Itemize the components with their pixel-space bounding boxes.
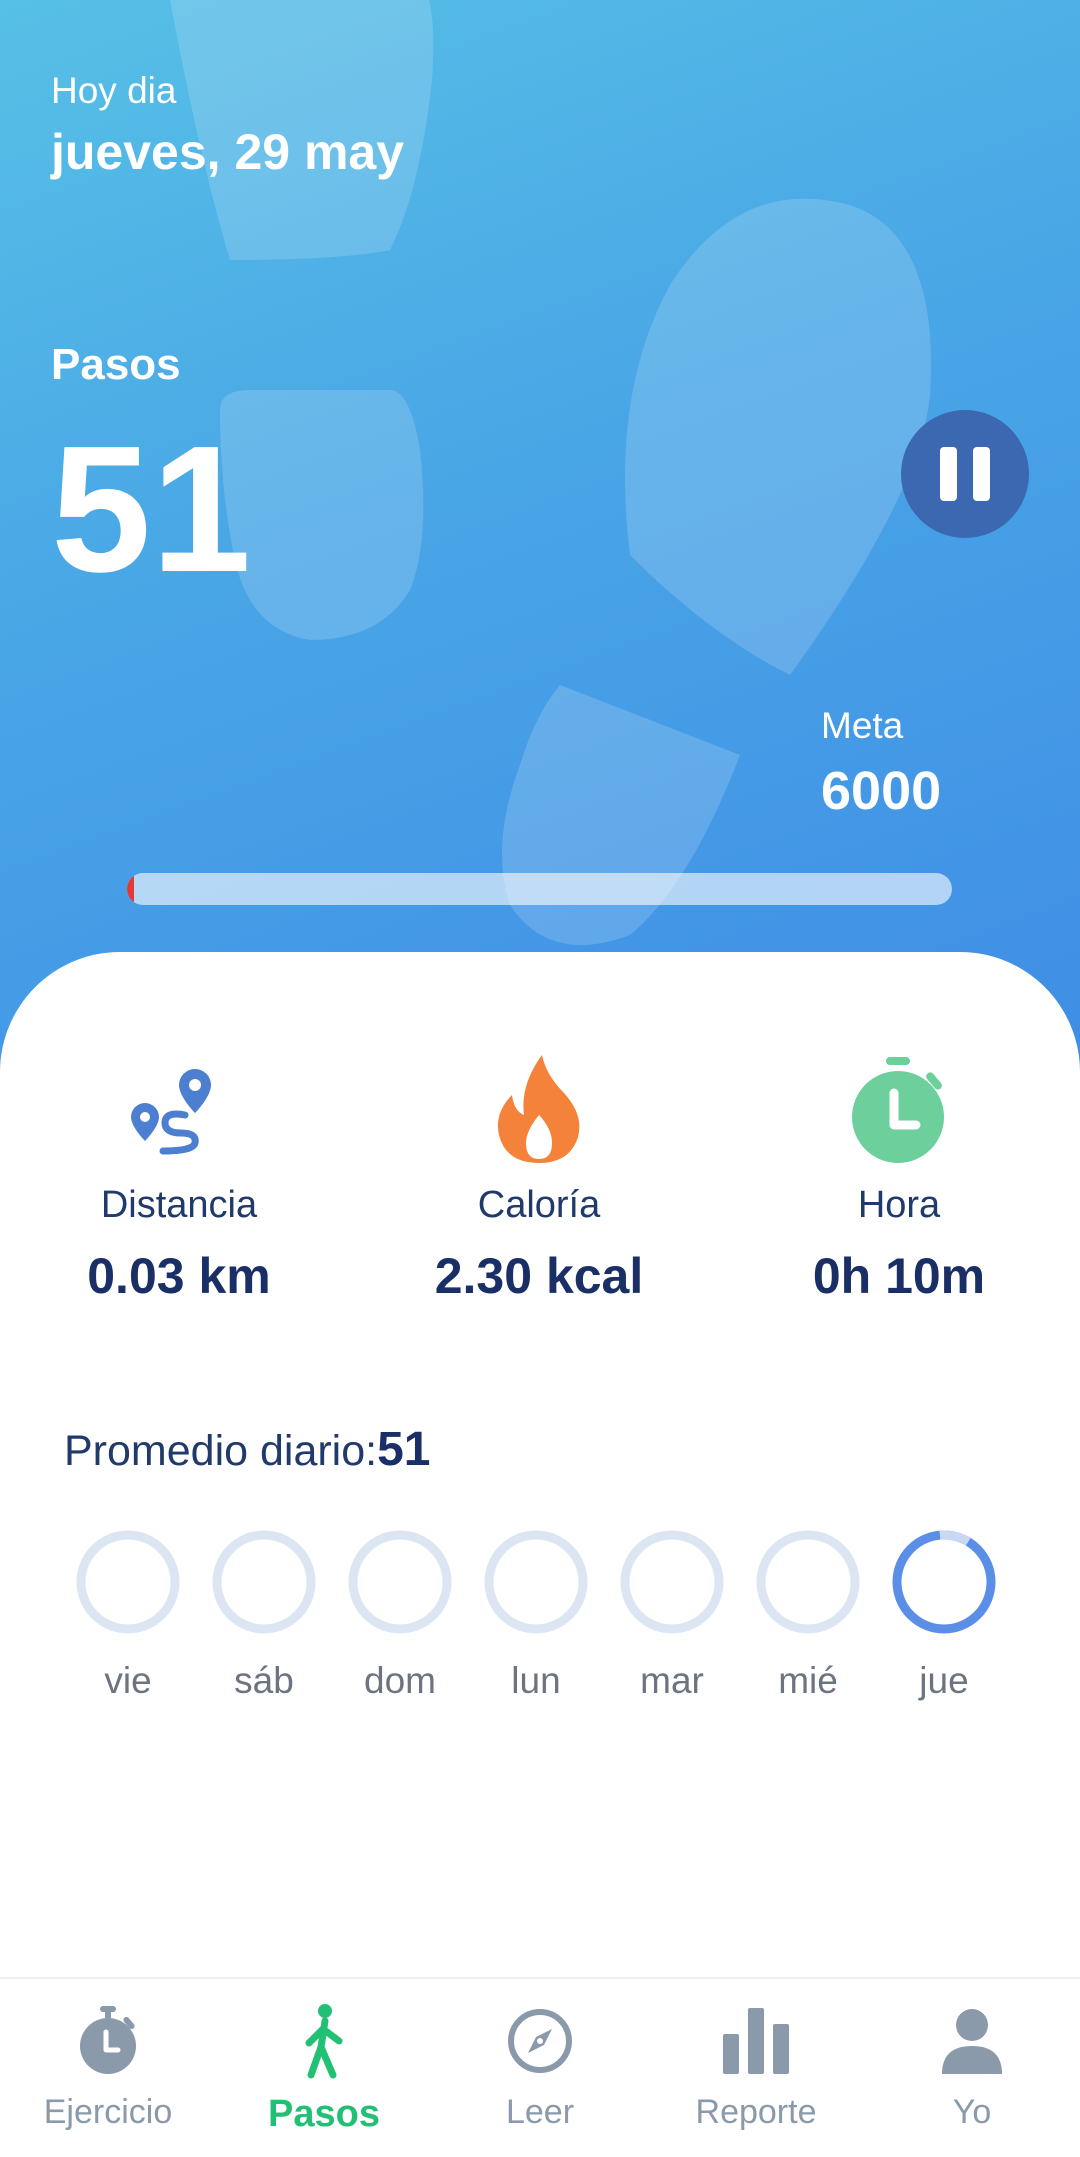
walking-person-icon	[216, 2001, 432, 2081]
day-item[interactable]: sáb	[196, 1528, 332, 1702]
stat-calories: Caloría 2.30 kcal	[389, 1055, 689, 1305]
bottom-navigation: Ejercicio Pasos Leer Reporte Yo	[0, 1977, 1080, 2157]
day-ring-track	[892, 1530, 996, 1634]
route-pin-icon	[29, 1060, 329, 1160]
day-item[interactable]: dom	[332, 1528, 468, 1702]
nav-label-reporte: Reporte	[695, 2093, 817, 2131]
pause-button[interactable]	[901, 410, 1029, 538]
pause-icon	[940, 447, 957, 501]
day-item[interactable]: mié	[740, 1528, 876, 1702]
nav-label-yo: Yo	[952, 2093, 992, 2131]
day-ring-track	[484, 1530, 588, 1634]
calories-value: 2.30 kcal	[434, 1248, 644, 1304]
day-ring-track	[620, 1530, 724, 1634]
steps-label: Pasos	[51, 340, 181, 389]
day-label: jue	[919, 1660, 969, 1701]
day-label: vie	[104, 1660, 152, 1701]
day-label: mié	[778, 1660, 838, 1701]
calories-label: Caloría	[477, 1184, 601, 1226]
stat-distance: Distancia 0.03 km	[29, 1060, 329, 1305]
day-item[interactable]: vie	[60, 1528, 196, 1702]
day-ring-track	[756, 1530, 860, 1634]
weekly-progress: vie sáb dom lun mar mié jue	[60, 1528, 1020, 1702]
footprint-decoration-icon	[502, 685, 740, 945]
day-label: lun	[511, 1660, 561, 1701]
day-ring	[484, 1530, 588, 1634]
distance-value: 0.03 km	[87, 1248, 271, 1304]
compass-icon	[432, 2001, 648, 2081]
nav-item-yo[interactable]: Yo	[864, 1979, 1080, 2157]
day-ring	[892, 1530, 996, 1634]
bar-chart-icon	[648, 2001, 864, 2081]
nav-item-leer[interactable]: Leer	[432, 1979, 648, 2157]
time-value: 0h 10m	[812, 1248, 986, 1304]
daily-average: Promedio diario:51	[64, 1422, 430, 1477]
stopwatch-icon	[749, 1057, 1049, 1163]
date-value: jueves, 29 may	[51, 124, 405, 180]
day-item[interactable]: jue	[876, 1528, 1012, 1702]
footprint-decoration-icon	[625, 198, 931, 675]
goal-value: 6000	[821, 761, 942, 821]
goal-label: Meta	[821, 705, 904, 746]
flame-icon	[389, 1055, 689, 1163]
day-ring-track	[348, 1530, 452, 1634]
date-label: Hoy dia	[51, 70, 177, 111]
distance-label: Distancia	[100, 1184, 258, 1226]
user-icon	[864, 2001, 1080, 2081]
day-ring-track	[212, 1530, 316, 1634]
nav-label-pasos: Pasos	[268, 2093, 380, 2135]
daily-average-label: Promedio diario:	[64, 1427, 378, 1475]
day-label: mar	[640, 1660, 704, 1701]
day-ring	[212, 1530, 316, 1634]
day-item[interactable]: lun	[468, 1528, 604, 1702]
steps-count: 51	[51, 409, 252, 610]
daily-average-value: 51	[377, 1423, 431, 1476]
steps-progress-bar	[127, 873, 952, 905]
day-label: dom	[364, 1660, 436, 1701]
pause-icon-bar	[973, 447, 990, 501]
nav-item-pasos[interactable]: Pasos	[216, 1979, 432, 2157]
day-ring	[620, 1530, 724, 1634]
day-ring	[756, 1530, 860, 1634]
hero-panel: Hoy dia jueves, 29 may Pasos 51 Meta 600…	[0, 0, 1080, 1080]
day-item[interactable]: mar	[604, 1528, 740, 1702]
stopwatch-icon	[0, 2001, 216, 2081]
nav-label-leer: Leer	[505, 2093, 575, 2131]
time-label: Hora	[857, 1184, 941, 1226]
day-ring-track	[76, 1530, 180, 1634]
nav-item-reporte[interactable]: Reporte	[648, 1979, 864, 2157]
day-label: sáb	[234, 1660, 294, 1701]
steps-progress-fill	[127, 873, 134, 905]
nav-label-ejercicio: Ejercicio	[43, 2093, 173, 2131]
day-ring	[348, 1530, 452, 1634]
stat-time: Hora 0h 10m	[749, 1057, 1049, 1305]
day-ring	[76, 1530, 180, 1634]
nav-item-ejercicio[interactable]: Ejercicio	[0, 1979, 216, 2157]
